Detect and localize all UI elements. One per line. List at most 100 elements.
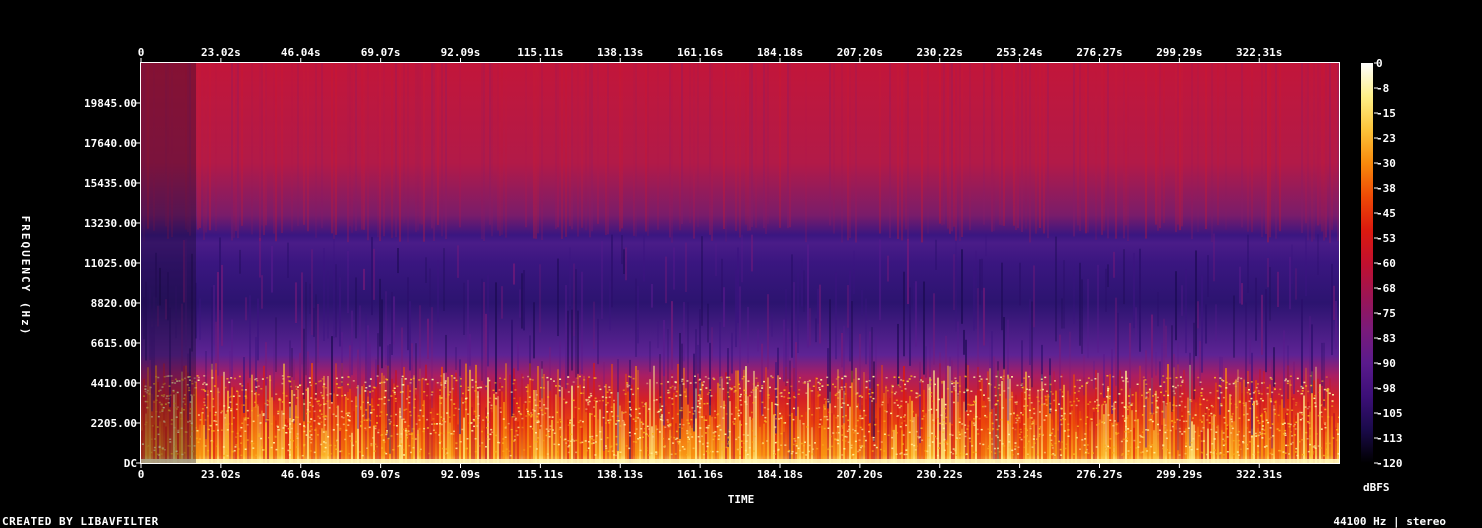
spectrum-streak [333, 63, 335, 240]
harmonic-speckle [322, 397, 325, 399]
spectrum-streak [271, 245, 273, 293]
harmonic-speckle [697, 400, 700, 402]
spectrum-streak [435, 380, 437, 463]
spectrum-streak [673, 247, 675, 290]
spectrum-streak [1103, 63, 1105, 231]
harmonic-speckle [1301, 453, 1304, 456]
harmonic-speckle [968, 404, 971, 406]
spectrum-streak [865, 399, 867, 463]
harmonic-speckle [1176, 418, 1179, 421]
harmonic-speckle [536, 415, 538, 418]
harmonic-speckle [1046, 390, 1048, 392]
spectrum-streak [1115, 63, 1117, 239]
harmonic-speckle [241, 385, 244, 387]
harmonic-speckle [295, 388, 298, 390]
colorbar-tick-label: -98 [1376, 382, 1396, 395]
harmonic-speckle [1073, 453, 1075, 455]
spectrum-streak [523, 403, 525, 463]
harmonic-speckle [373, 450, 376, 452]
harmonic-speckle [431, 423, 433, 425]
spectrum-streak [1057, 430, 1059, 463]
spectrum-streak [1003, 317, 1005, 370]
harmonic-speckle [605, 396, 608, 399]
spectrum-streak [1321, 383, 1323, 463]
harmonic-speckle [226, 429, 229, 431]
harmonic-speckle [954, 377, 957, 379]
spectrum-streak [969, 63, 971, 231]
harmonic-speckle [1143, 405, 1146, 407]
spectrum-streak [1217, 425, 1219, 463]
harmonic-speckle [528, 396, 531, 398]
harmonic-speckle [260, 446, 263, 448]
spectrum-streak [321, 63, 323, 229]
spectrum-streak [1329, 63, 1331, 243]
spectrum-streak [679, 332, 681, 439]
harmonic-speckle [1327, 416, 1330, 418]
harmonic-speckle [1047, 395, 1050, 398]
harmonic-speckle [655, 451, 658, 453]
harmonic-speckle [1063, 430, 1066, 432]
harmonic-speckle [250, 442, 253, 444]
spectrum-streak [1241, 63, 1243, 228]
harmonic-speckle [542, 439, 545, 442]
spectrum-streak [1011, 391, 1013, 463]
harmonic-speckle [567, 424, 570, 426]
harmonic-speckle [285, 395, 288, 397]
harmonic-speckle [256, 404, 259, 406]
harmonic-speckle [1216, 453, 1218, 455]
spectrum-streak [349, 345, 351, 389]
harmonic-speckle [801, 451, 804, 454]
harmonic-speckle [267, 419, 270, 421]
harmonic-speckle [917, 395, 920, 398]
harmonic-speckle [823, 406, 826, 408]
spectrum-streak [349, 63, 351, 227]
harmonic-speckle [322, 453, 324, 456]
harmonic-speckle [1236, 451, 1239, 453]
harmonic-speckle [916, 392, 919, 395]
spectrum-streak [643, 235, 645, 282]
spectrum-streak [989, 337, 991, 414]
harmonic-speckle [794, 440, 797, 442]
harmonic-speckle [744, 401, 747, 403]
spectrum-streak [233, 63, 235, 238]
harmonic-speckle [960, 452, 963, 455]
harmonic-speckle [537, 437, 540, 439]
harmonic-speckle [1185, 442, 1188, 445]
spectrum-streak [271, 397, 273, 463]
spectrum-streak [1323, 423, 1325, 463]
harmonic-speckle [386, 413, 388, 416]
spectrum-streak [1151, 314, 1153, 415]
harmonic-speckle [1113, 420, 1116, 422]
spectrum-streak [549, 347, 551, 391]
harmonic-speckle [225, 448, 228, 450]
harmonic-speckle [643, 431, 645, 434]
spectrum-streak [317, 303, 319, 363]
harmonic-speckle [854, 440, 857, 443]
harmonic-speckle [409, 390, 412, 392]
harmonic-speckle [1307, 421, 1309, 423]
harmonic-speckle [902, 379, 905, 382]
spectrum-streak [577, 63, 579, 237]
spectrum-streak [999, 405, 1001, 463]
harmonic-speckle [693, 410, 696, 412]
harmonic-speckle [798, 389, 801, 391]
y-tick-label: 4410.00 [91, 377, 137, 390]
spectrum-streak [437, 388, 439, 463]
harmonic-speckle [265, 418, 268, 421]
harmonic-speckle [465, 408, 468, 411]
harmonic-speckle [740, 393, 742, 396]
harmonic-speckle [474, 450, 477, 453]
spectrum-streak [991, 431, 993, 463]
harmonic-speckle [1301, 413, 1304, 416]
spectrum-streak [889, 398, 891, 463]
harmonic-speckle [941, 423, 944, 426]
harmonic-speckle [1215, 431, 1218, 433]
harmonic-speckle [1238, 400, 1241, 403]
harmonic-speckle [257, 385, 260, 387]
harmonic-speckle [1054, 442, 1057, 445]
spectrum-streak [1177, 342, 1179, 451]
intro-region [141, 63, 196, 463]
harmonic-speckle [310, 418, 313, 420]
harmonic-speckle [537, 413, 540, 415]
spectrum-streak [403, 366, 405, 463]
